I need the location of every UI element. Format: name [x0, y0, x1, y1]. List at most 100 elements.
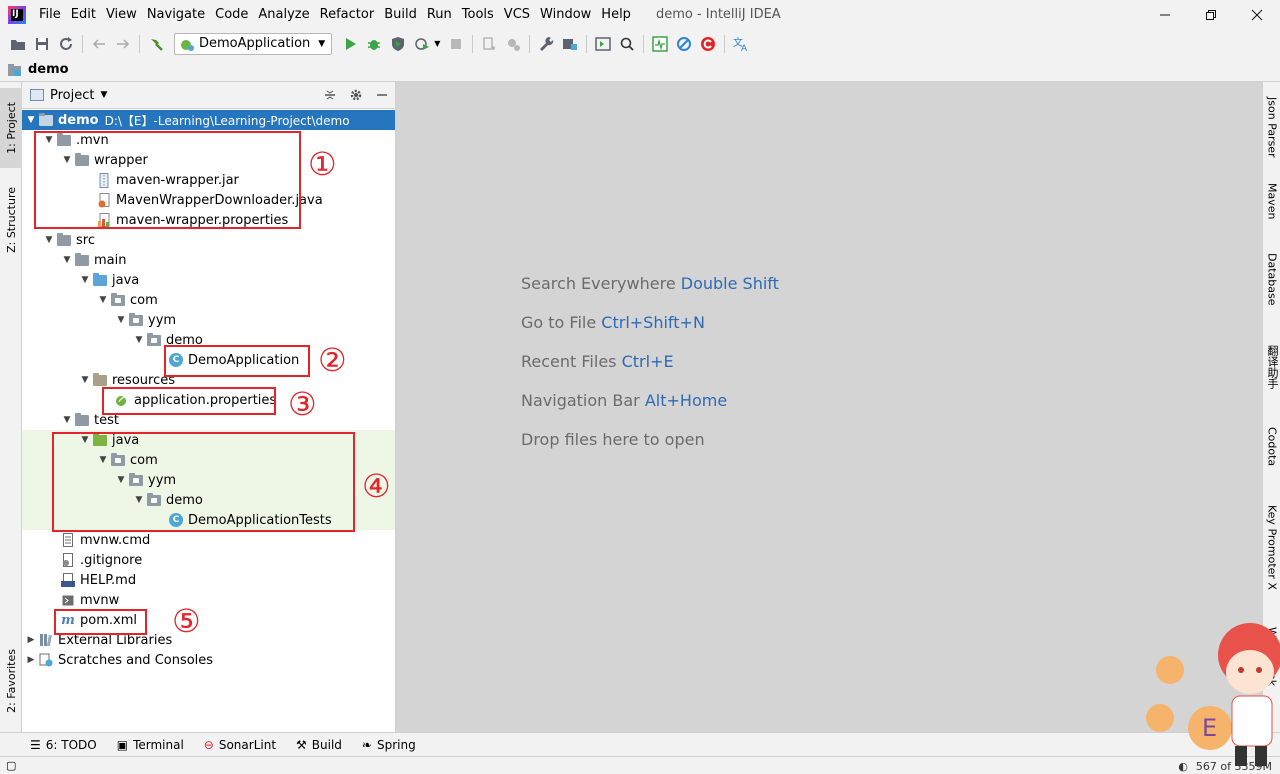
- key-promoter-tool-tab[interactable]: Key Promoter X: [1263, 497, 1280, 597]
- run-button[interactable]: [339, 33, 361, 55]
- tree-item-external-libraries[interactable]: ▶ External Libraries: [22, 630, 395, 650]
- terminal-tool-tab[interactable]: ▣ Terminal: [117, 738, 184, 752]
- expand-arrow-icon[interactable]: ▼: [78, 275, 92, 285]
- tree-item-test-com[interactable]: ▼ com: [22, 450, 395, 470]
- expand-arrow-icon[interactable]: ▼: [60, 415, 74, 425]
- menu-navigate[interactable]: Navigate: [142, 0, 210, 29]
- expand-arrow-icon[interactable]: ▶: [24, 655, 38, 665]
- tree-item-scratches[interactable]: ▶ Scratches and Consoles: [22, 650, 395, 670]
- stop-button[interactable]: [445, 33, 467, 55]
- hide-panel-button[interactable]: [369, 88, 395, 102]
- tree-item-maven-wrapper-jar[interactable]: maven-wrapper.jar: [22, 170, 395, 190]
- run-configuration-dropdown[interactable]: DemoApplication ▼: [174, 32, 333, 55]
- editor-empty-area[interactable]: Search Everywhere Double Shift Go to Fil…: [396, 82, 1262, 732]
- tree-item-wrapper[interactable]: ▼ wrapper: [22, 150, 395, 170]
- search-everywhere-button[interactable]: [616, 33, 638, 55]
- expand-arrow-icon[interactable]: ▼: [24, 115, 38, 125]
- codota-button[interactable]: [697, 33, 719, 55]
- statistic-button[interactable]: [649, 33, 671, 55]
- menu-file[interactable]: File: [34, 0, 66, 29]
- spring-tool-tab[interactable]: ❧ Spring: [362, 738, 416, 752]
- back-button[interactable]: [88, 33, 110, 55]
- tree-item-mvnw-cmd[interactable]: mvnw.cmd: [22, 530, 395, 550]
- tree-item-test[interactable]: ▼ test: [22, 410, 395, 430]
- tree-item-pom-xml[interactable]: m pom.xml: [22, 610, 395, 630]
- update-running-button[interactable]: [502, 33, 524, 55]
- tree-item-help-md[interactable]: HELP.md: [22, 570, 395, 590]
- translate-button[interactable]: 文A: [730, 33, 752, 55]
- project-tool-tab[interactable]: 1: Project: [0, 88, 22, 168]
- tree-item-main-com[interactable]: ▼ com: [22, 290, 395, 310]
- expand-arrow-icon[interactable]: ▼: [60, 155, 74, 165]
- tree-item-main-yym[interactable]: ▼ yym: [22, 310, 395, 330]
- expand-arrow-icon[interactable]: ▼: [96, 295, 110, 305]
- maven-tool-tab[interactable]: Maven: [1263, 174, 1280, 229]
- expand-arrow-icon[interactable]: ▼: [114, 475, 128, 485]
- structure-tool-tab[interactable]: Z: Structure: [0, 177, 22, 262]
- settings-button[interactable]: [535, 33, 557, 55]
- menu-run[interactable]: Run: [422, 0, 457, 29]
- tree-item-test-java[interactable]: ▼ java: [22, 430, 395, 450]
- tree-item-main[interactable]: ▼ main: [22, 250, 395, 270]
- toggle-tool-windows-icon[interactable]: ▢: [6, 759, 16, 772]
- sonarlint-tool-tab[interactable]: ⊖ SonarLint: [204, 738, 276, 752]
- expand-arrow-icon[interactable]: ▼: [114, 315, 128, 325]
- open-folder-button[interactable]: [7, 33, 29, 55]
- expand-arrow-icon[interactable]: ▼: [78, 435, 92, 445]
- minimize-button[interactable]: [1142, 0, 1188, 29]
- menu-window[interactable]: Window: [535, 0, 596, 29]
- tree-item-application-properties[interactable]: application.properties: [22, 390, 395, 410]
- word-book-tool-tab[interactable]: Word Book: [1263, 612, 1280, 702]
- expand-arrow-icon[interactable]: ▼: [132, 495, 146, 505]
- todo-tool-tab[interactable]: ☰ 6: TODO: [30, 738, 97, 752]
- expand-arrow-icon[interactable]: ▼: [42, 135, 56, 145]
- menu-edit[interactable]: Edit: [66, 0, 101, 29]
- tree-item-mvn[interactable]: ▼ .mvn: [22, 130, 395, 150]
- save-all-button[interactable]: [31, 33, 53, 55]
- tree-item-maven-wrapper-properties[interactable]: maven-wrapper.properties: [22, 210, 395, 230]
- expand-arrow-icon[interactable]: ▼: [78, 375, 92, 385]
- menu-build[interactable]: Build: [379, 0, 422, 29]
- chevron-down-icon[interactable]: ▼: [434, 39, 440, 48]
- translate-tool-tab[interactable]: 翻译助手: [1263, 332, 1280, 402]
- expand-arrow-icon[interactable]: ▼: [96, 455, 110, 465]
- breadcrumb-project[interactable]: demo: [28, 62, 69, 77]
- profile-button[interactable]: [411, 33, 433, 55]
- menu-view[interactable]: View: [101, 0, 142, 29]
- restore-button[interactable]: [1188, 0, 1234, 29]
- close-button[interactable]: [1234, 0, 1280, 29]
- panel-settings-button[interactable]: [343, 88, 369, 102]
- menu-analyze[interactable]: Analyze: [253, 0, 314, 29]
- tree-item-src[interactable]: ▼ src: [22, 230, 395, 250]
- disable-plugin-button[interactable]: [673, 33, 695, 55]
- menu-vcs[interactable]: VCS: [499, 0, 535, 29]
- expand-arrow-icon[interactable]: ▼: [42, 235, 56, 245]
- attach-debugger-button[interactable]: [478, 33, 500, 55]
- run-with-coverage-button[interactable]: [387, 33, 409, 55]
- expand-arrow-icon[interactable]: ▶: [24, 635, 38, 645]
- forward-button[interactable]: [112, 33, 134, 55]
- tree-item-mvnw[interactable]: mvnw: [22, 590, 395, 610]
- debug-button[interactable]: [363, 33, 385, 55]
- collapse-all-button[interactable]: [317, 88, 343, 102]
- build-tool-tab[interactable]: ⚒ Build: [296, 738, 342, 752]
- sync-button[interactable]: [55, 33, 77, 55]
- tree-item-gitignore[interactable]: .gitignore: [22, 550, 395, 570]
- tree-item-maven-wrapper-downloader[interactable]: MavenWrapperDownloader.java: [22, 190, 395, 210]
- project-panel-title[interactable]: Project: [50, 88, 94, 103]
- project-structure-button[interactable]: [559, 33, 581, 55]
- database-tool-tab[interactable]: Database: [1263, 242, 1280, 317]
- codota-status-icon[interactable]: ◐: [1178, 760, 1188, 773]
- build-project-button[interactable]: [145, 33, 167, 55]
- tree-item-demo-application-tests[interactable]: C DemoApplicationTests: [22, 510, 395, 530]
- tree-item-test-demo[interactable]: ▼ demo: [22, 490, 395, 510]
- expand-arrow-icon[interactable]: ▼: [60, 255, 74, 265]
- menu-code[interactable]: Code: [210, 0, 253, 29]
- menu-refactor[interactable]: Refactor: [315, 0, 380, 29]
- favorites-tool-tab[interactable]: 2: Favorites: [0, 638, 22, 723]
- run-anything-button[interactable]: [592, 33, 614, 55]
- expand-arrow-icon[interactable]: ▼: [132, 335, 146, 345]
- menu-help[interactable]: Help: [596, 0, 636, 29]
- tree-item-test-yym[interactable]: ▼ yym: [22, 470, 395, 490]
- tree-root-demo[interactable]: ▼ demo D:\【E】-Learning\Learning-Project\…: [22, 110, 395, 130]
